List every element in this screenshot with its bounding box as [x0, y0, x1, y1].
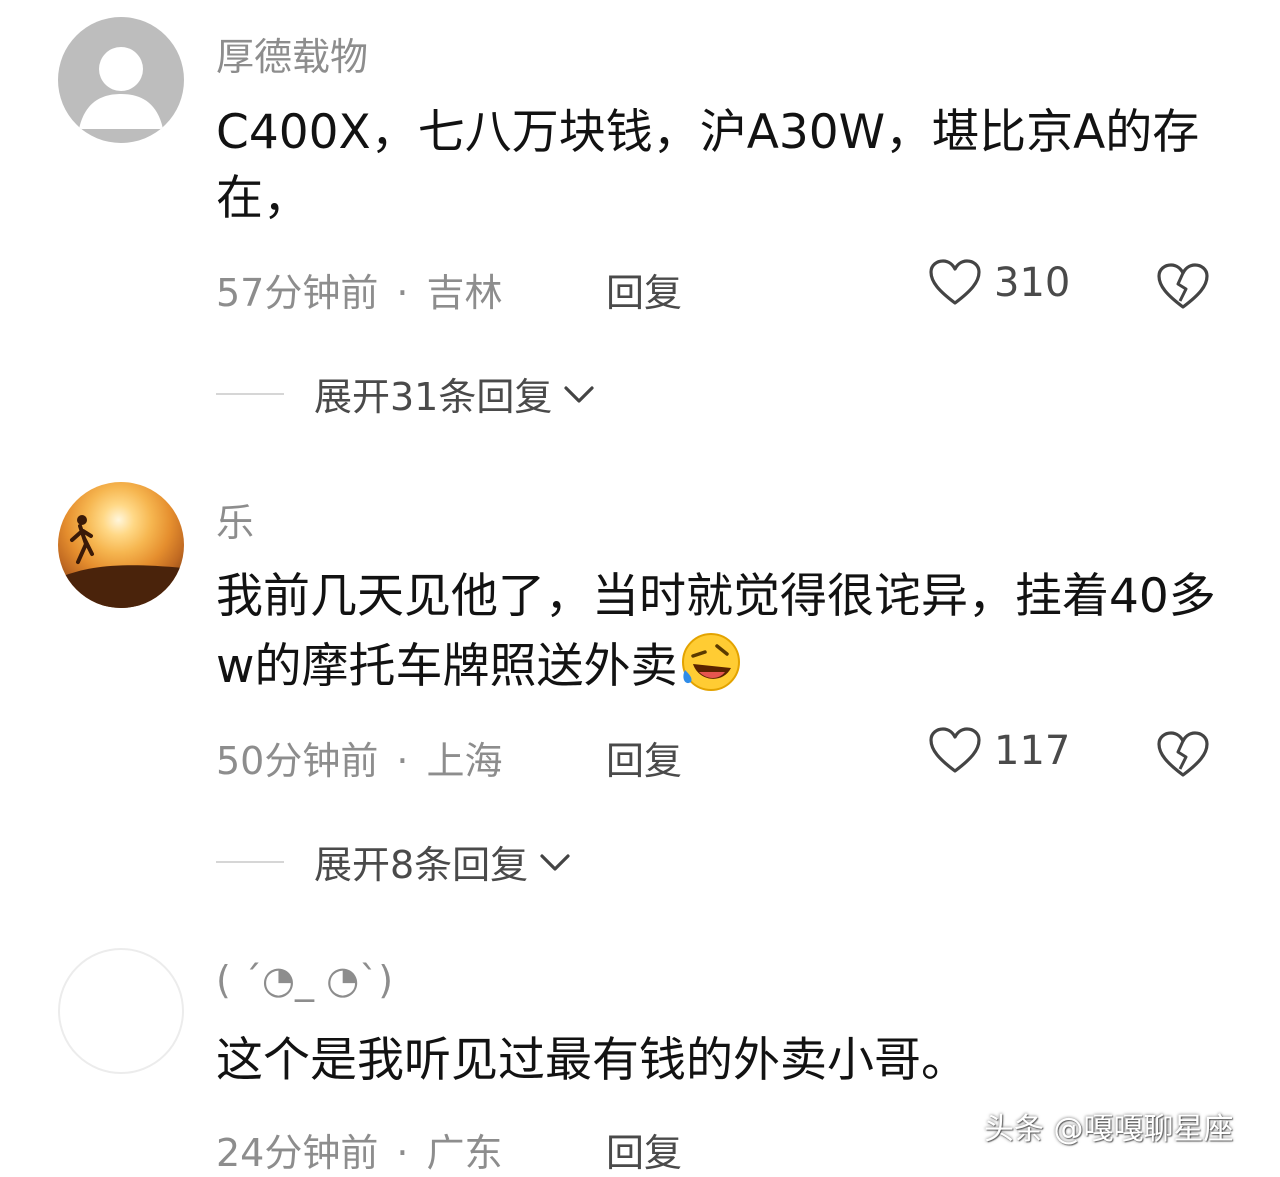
username[interactable]: 厚德载物	[216, 26, 368, 81]
broken-heart-icon	[1157, 731, 1209, 777]
heart-icon	[929, 727, 981, 773]
comment-text: 这个是我听见过最有钱的外卖小哥。	[216, 1033, 968, 1088]
like-button[interactable]: 117	[928, 726, 1070, 776]
dislike-button[interactable]	[1156, 262, 1210, 316]
default-avatar-icon	[79, 47, 163, 129]
dislike-button[interactable]	[1156, 730, 1210, 784]
comment-meta: 50分钟前 · 上海	[216, 730, 502, 785]
comment-meta: 24分钟前 · 广东	[216, 1122, 502, 1177]
comment-location: 广东	[426, 1131, 503, 1175]
comment-meta: 57分钟前 · 吉林	[216, 262, 502, 317]
expand-replies-button[interactable]: 展开8条回复	[216, 834, 572, 889]
comment-text: C400X，七八万块钱，沪A30W，堪比京A的存在，	[216, 105, 1200, 226]
expand-replies-button[interactable]: 展开31条回复	[216, 366, 596, 421]
like-button[interactable]: 310	[928, 258, 1070, 308]
username[interactable]: ( ´◔_ ◔`)	[216, 958, 393, 1002]
reply-button[interactable]: 回复	[606, 730, 682, 785]
divider-line	[216, 392, 284, 395]
reply-button[interactable]: 回复	[606, 262, 682, 317]
username[interactable]: 乐	[216, 492, 254, 547]
watermark: 头条 @嘎嘎聊星座	[984, 1112, 1234, 1147]
separator-dot: ·	[396, 739, 409, 783]
comment-location: 上海	[426, 739, 503, 783]
comment-text: 我前几天见他了，当时就觉得很诧异，挂着40多w的摩托车牌照送外卖	[216, 564, 1226, 700]
comment-time: 50分钟前	[216, 739, 379, 783]
divider-line	[216, 860, 284, 863]
comment-time: 24分钟前	[216, 1131, 379, 1175]
comment-time: 57分钟前	[216, 271, 379, 315]
broken-heart-icon	[1157, 263, 1209, 309]
avatar[interactable]	[58, 948, 184, 1074]
runner-silhouette-icon	[58, 515, 184, 608]
rofl-emoji-icon	[682, 633, 741, 691]
chevron-down-icon	[564, 385, 594, 403]
comment-location: 吉林	[426, 271, 503, 315]
expand-replies-label: 展开8条回复	[314, 843, 529, 887]
separator-dot: ·	[396, 1131, 409, 1175]
avatar[interactable]	[58, 17, 184, 143]
expand-replies-label: 展开31条回复	[314, 375, 553, 419]
like-count: 117	[994, 728, 1071, 774]
reply-button[interactable]: 回复	[606, 1122, 682, 1177]
separator-dot: ·	[396, 271, 409, 315]
avatar[interactable]	[58, 482, 184, 608]
chevron-down-icon	[540, 853, 570, 871]
heart-icon	[929, 259, 981, 305]
like-count: 310	[994, 260, 1071, 306]
